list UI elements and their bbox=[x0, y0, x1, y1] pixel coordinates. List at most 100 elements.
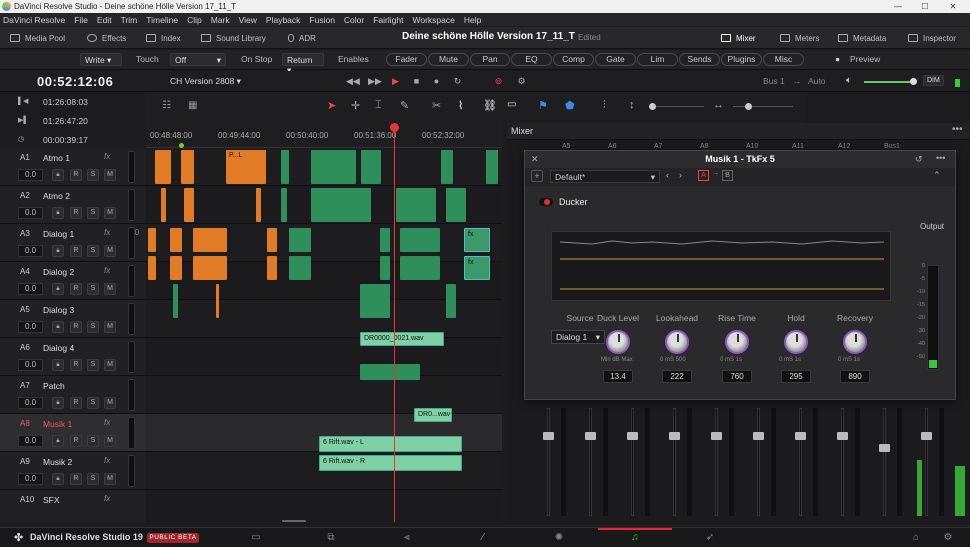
track-record-button[interactable]: R bbox=[70, 359, 82, 371]
monitor-volume-slider[interactable] bbox=[864, 78, 917, 85]
audio-clip[interactable] bbox=[396, 188, 436, 222]
channel-fader-handle[interactable] bbox=[669, 432, 680, 440]
horizontal-zoom-handle[interactable] bbox=[745, 103, 752, 110]
preset-a-button[interactable]: A bbox=[698, 170, 709, 181]
close-window-button[interactable]: ✕ bbox=[941, 0, 965, 13]
playhead-handle[interactable] bbox=[390, 123, 399, 132]
knob-value[interactable]: 890 bbox=[840, 370, 870, 383]
rewind-icon[interactable]: ◀◀ bbox=[346, 76, 360, 86]
track-header-a10[interactable]: A10 SFX fx bbox=[0, 490, 146, 522]
home-icon[interactable]: ⌂ bbox=[910, 532, 922, 543]
next-preset-icon[interactable]: › bbox=[679, 170, 682, 180]
effects-button[interactable]: Effects bbox=[87, 31, 126, 45]
audio-clip[interactable] bbox=[170, 256, 182, 280]
track-mute-button[interactable]: M bbox=[104, 321, 116, 333]
record-icon[interactable]: ● bbox=[431, 76, 442, 86]
track-fx-icon[interactable]: fx bbox=[104, 494, 110, 503]
media-page-icon[interactable]: ▭ bbox=[250, 532, 262, 543]
track-name[interactable]: Dialog 4 bbox=[43, 343, 74, 353]
snap-icon[interactable]: ⌇ bbox=[458, 99, 463, 112]
audio-clip[interactable] bbox=[281, 150, 289, 184]
audio-clip[interactable] bbox=[446, 188, 466, 222]
audio-clip[interactable] bbox=[155, 150, 171, 184]
track-record-button[interactable]: R bbox=[70, 245, 82, 257]
knob-recovery[interactable] bbox=[843, 330, 867, 354]
track-name[interactable]: Dialog 1 bbox=[43, 229, 74, 239]
timeline-area[interactable]: 00:48:48:00 00:49:44:00 00:50:40:00 00:5… bbox=[146, 123, 502, 522]
monitor-volume-handle[interactable] bbox=[910, 78, 917, 85]
audio-clip[interactable] bbox=[216, 284, 219, 318]
track-lock-icon[interactable]: 🔒︎ bbox=[52, 473, 64, 485]
index-button[interactable]: Index bbox=[146, 31, 181, 45]
audio-clip[interactable] bbox=[446, 284, 456, 318]
menu-timeline[interactable]: Timeline bbox=[146, 15, 178, 25]
track-header-a8[interactable]: A8 Musik 1 fx 0.0 🔒︎ R S M bbox=[0, 414, 146, 452]
clip-6-rift-left[interactable]: 6 Rift.wav - L bbox=[319, 436, 462, 452]
enable-pan-pill[interactable]: Pan bbox=[470, 53, 510, 66]
automation-settings-icon[interactable]: ⚙ bbox=[516, 76, 527, 86]
marker-icon[interactable]: ⬟ bbox=[565, 99, 575, 112]
timeline-lane[interactable] bbox=[146, 338, 502, 376]
track-volume-field[interactable]: 0.0 bbox=[18, 435, 43, 447]
track-header-a9[interactable]: A9 Musik 2 fx 0.0 🔒︎ R S M bbox=[0, 452, 146, 490]
settings-gear-icon[interactable]: ⚙ bbox=[942, 532, 954, 543]
audio-clip[interactable] bbox=[267, 256, 277, 280]
clip-dr0000-0021[interactable]: DR0000_0021.wav bbox=[360, 332, 444, 346]
clip-with-fx[interactable]: fx bbox=[464, 228, 490, 252]
enable-comp-pill[interactable]: Comp bbox=[553, 53, 594, 66]
channel-fader[interactable] bbox=[631, 408, 634, 516]
track-header-a6[interactable]: A6 Dialog 4 0.0 🔒︎ R S M bbox=[0, 338, 146, 376]
channel-fader-handle[interactable] bbox=[627, 432, 638, 440]
fairlight-page-icon[interactable]: ♫ bbox=[629, 532, 641, 543]
menu-clip[interactable]: Clip bbox=[187, 15, 202, 25]
menu-davinci-resolve[interactable]: DaVinci Resolve bbox=[3, 15, 65, 25]
track-solo-button[interactable]: S bbox=[87, 321, 99, 333]
track-volume-field[interactable]: 0.0 bbox=[18, 473, 43, 485]
deliver-page-icon[interactable]: ➶ bbox=[704, 532, 716, 543]
enable-mute-pill[interactable]: Mute bbox=[428, 53, 469, 66]
channel-fader-handle[interactable] bbox=[585, 432, 596, 440]
track-name[interactable]: SFX bbox=[43, 495, 60, 505]
enable-lim-pill[interactable]: Lim bbox=[637, 53, 678, 66]
preset-b-button[interactable]: B bbox=[722, 170, 733, 181]
audio-clip[interactable] bbox=[193, 256, 227, 280]
sound-library-button[interactable]: Sound Library bbox=[201, 31, 266, 45]
channel-fader-handle[interactable] bbox=[753, 432, 764, 440]
track-solo-button[interactable]: S bbox=[87, 359, 99, 371]
preset-dropdown[interactable]: Default* ▾ bbox=[550, 170, 660, 183]
add-preset-icon[interactable]: + bbox=[531, 170, 543, 182]
speaker-icon[interactable]: 🔈︎ bbox=[846, 75, 852, 86]
track-lock-icon[interactable]: 🔒︎ bbox=[52, 169, 64, 181]
edit-page-icon[interactable]: ⫷ bbox=[401, 532, 413, 543]
meters-panel-button[interactable]: Meters bbox=[780, 31, 819, 45]
stop-icon[interactable]: ■ bbox=[411, 76, 422, 86]
enable-fader-pill[interactable]: Fader bbox=[386, 53, 427, 66]
menu-file[interactable]: File bbox=[74, 15, 88, 25]
channel-fader[interactable] bbox=[673, 408, 676, 516]
audio-clip[interactable] bbox=[281, 188, 287, 222]
minimize-button[interactable]: — bbox=[886, 0, 910, 13]
track-record-button[interactable]: R bbox=[70, 435, 82, 447]
enable-eq-pill[interactable]: EQ bbox=[511, 53, 552, 66]
clip-p-l[interactable]: P...L bbox=[226, 150, 266, 184]
track-mute-button[interactable]: M bbox=[104, 283, 116, 295]
knob-hold[interactable] bbox=[784, 330, 808, 354]
track-lock-icon[interactable]: 🔒︎ bbox=[52, 283, 64, 295]
source-dropdown[interactable]: Dialog 1 ▾ bbox=[551, 330, 605, 344]
track-header-a7[interactable]: A7 Patch 0.0 🔒︎ R S M bbox=[0, 376, 146, 414]
track-fx-icon[interactable]: fx bbox=[104, 228, 110, 237]
audio-clip[interactable] bbox=[360, 364, 420, 380]
audio-clip[interactable] bbox=[400, 228, 440, 252]
knob-rise-time[interactable] bbox=[725, 330, 749, 354]
timeline-lane[interactable] bbox=[146, 490, 502, 522]
track-volume-field[interactable]: 0.0 bbox=[18, 321, 43, 333]
horizontal-zoom-slider[interactable] bbox=[733, 103, 793, 110]
audio-clip[interactable] bbox=[148, 228, 156, 252]
channel-fader[interactable] bbox=[883, 408, 886, 516]
inspector-panel-button[interactable]: Inspector bbox=[908, 31, 956, 45]
audio-clip[interactable] bbox=[380, 228, 390, 252]
track-mute-button[interactable]: M bbox=[104, 473, 116, 485]
channel-fader-handle[interactable] bbox=[837, 432, 848, 440]
knob-value[interactable]: 295 bbox=[781, 370, 811, 383]
menu-trim[interactable]: Trim bbox=[121, 15, 138, 25]
